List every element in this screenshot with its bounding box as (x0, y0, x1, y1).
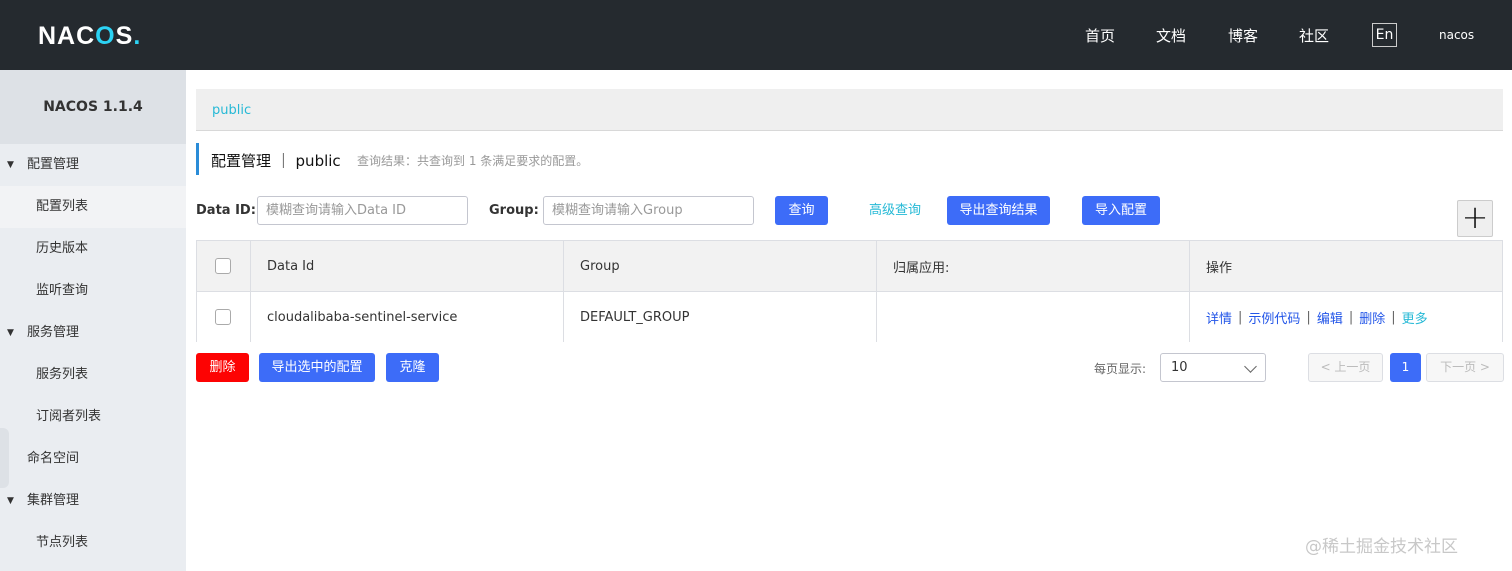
group-input[interactable] (543, 196, 754, 225)
export-selected-button[interactable]: 导出选中的配置 (259, 353, 375, 382)
next-page-button[interactable]: 下一页 > (1426, 353, 1504, 382)
separator: | (1391, 309, 1396, 325)
sidebar-group-config[interactable]: ▼ 配置管理 (0, 144, 186, 186)
sidebar-item-config-list[interactable]: 配置列表 (0, 186, 186, 228)
separator: | (1348, 309, 1354, 325)
caret-down-icon: ▼ (7, 328, 14, 338)
group-label: Group: (489, 203, 539, 218)
page-size-select[interactable]: 10 (1160, 353, 1266, 382)
sidebar: NACOS 1.1.4 ▼ 配置管理 配置列表 历史版本 监听查询 ▼ 服务管理… (0, 70, 186, 571)
sidebar-group-label: 服务管理 (27, 325, 80, 340)
sidebar-group-label: 命名空间 (27, 451, 80, 466)
top-header: NACOS. 首页 文档 博客 社区 En nacos (0, 0, 1512, 70)
language-switch-button[interactable]: En (1372, 23, 1397, 47)
page-size-label: 每页显示: (1094, 362, 1147, 376)
clone-button[interactable]: 克隆 (386, 353, 439, 382)
header-select-all (197, 241, 251, 291)
nav-docs[interactable]: 文档 (1156, 25, 1186, 46)
query-result-text: 查询结果：共查询到 1 条满足要求的配置。 (357, 154, 589, 168)
data-id-label: Data ID: (196, 203, 256, 218)
chevron-down-icon (1244, 360, 1257, 373)
select-all-checkbox[interactable] (215, 258, 231, 274)
delete-link[interactable]: 删除 (1359, 308, 1385, 327)
sample-code-link[interactable]: 示例代码 (1248, 308, 1300, 327)
row-checkbox[interactable] (215, 309, 231, 325)
cell-group: DEFAULT_GROUP (564, 292, 877, 342)
column-header-group[interactable]: Group (564, 241, 877, 291)
sidebar-item-service-list[interactable]: 服务列表 (0, 354, 186, 396)
sidebar-group-cluster[interactable]: ▼ 集群管理 (0, 480, 186, 522)
sidebar-item-history[interactable]: 历史版本 (0, 228, 186, 270)
nav-home[interactable]: 首页 (1085, 25, 1115, 46)
sidebar-group-label: 集群管理 (27, 493, 80, 508)
column-header-actions: 操作 (1206, 260, 1233, 276)
watermark: @稀土掘金技术社区 (1305, 537, 1458, 557)
detail-link[interactable]: 详情 (1206, 308, 1232, 327)
sidebar-item-listener-query[interactable]: 监听查询 (0, 270, 186, 312)
import-config-button[interactable]: 导入配置 (1082, 196, 1160, 225)
nav-community[interactable]: 社区 (1299, 25, 1329, 46)
page-size-value: 10 (1171, 360, 1188, 375)
data-id-input[interactable] (257, 196, 468, 225)
query-button[interactable]: 查询 (775, 196, 828, 225)
sidebar-item-node-list[interactable]: 节点列表 (0, 522, 186, 564)
page-title: 配置管理 ｜ public (211, 152, 341, 170)
cell-app (877, 292, 1190, 342)
page-number-current[interactable]: 1 (1390, 353, 1421, 382)
sidebar-group-service[interactable]: ▼ 服务管理 (0, 312, 186, 354)
table-row: cloudalibaba-sentinel-service DEFAULT_GR… (197, 292, 1502, 342)
cell-actions: 详情 | 示例代码 | 编辑 | 删除 | 更多 (1190, 292, 1502, 342)
prev-page-button[interactable]: < 上一页 (1308, 353, 1383, 382)
sidebar-item-subscriber-list[interactable]: 订阅者列表 (0, 396, 186, 438)
caret-down-icon: ▼ (7, 496, 14, 506)
edit-link[interactable]: 编辑 (1317, 308, 1343, 327)
logo-text-o: O (95, 22, 116, 50)
logo-dot: . (133, 22, 142, 50)
nav-blog[interactable]: 博客 (1228, 25, 1258, 46)
advanced-query-button[interactable]: 高级查询 (864, 196, 926, 225)
add-config-button[interactable]: + (1457, 200, 1493, 237)
separator: | (1306, 309, 1311, 325)
export-result-button[interactable]: 导出查询结果 (947, 196, 1050, 225)
sidebar-group-label: 配置管理 (27, 157, 80, 172)
row-select-cell (197, 292, 251, 342)
delete-selected-button[interactable]: 删除 (196, 353, 249, 382)
namespace-bar: public (196, 89, 1503, 131)
user-name[interactable]: nacos (1439, 28, 1474, 42)
table-header: Data Id Group 归属应用: 操作 (197, 241, 1502, 292)
page-header: 配置管理 ｜ public 查询结果：共查询到 1 条满足要求的配置。 (196, 143, 588, 175)
column-header-data-id[interactable]: Data Id (251, 241, 564, 291)
config-table: Data Id Group 归属应用: 操作 cloudalibaba-sent… (196, 240, 1503, 342)
separator: | (1238, 309, 1243, 325)
namespace-public-link[interactable]: public (212, 103, 251, 118)
caret-down-icon: ▼ (7, 160, 14, 170)
logo-text-tail: S (115, 22, 134, 50)
logo-text-part: NAC (38, 22, 96, 50)
sidebar-title: NACOS 1.1.4 (0, 70, 186, 144)
nacos-logo[interactable]: NACOS. (38, 22, 141, 51)
column-header-app[interactable]: 归属应用: (877, 241, 1190, 291)
more-link[interactable]: 更多 (1402, 308, 1428, 327)
cell-data-id: cloudalibaba-sentinel-service (251, 292, 564, 342)
sidebar-group-namespace[interactable]: 命名空间 (0, 438, 186, 480)
